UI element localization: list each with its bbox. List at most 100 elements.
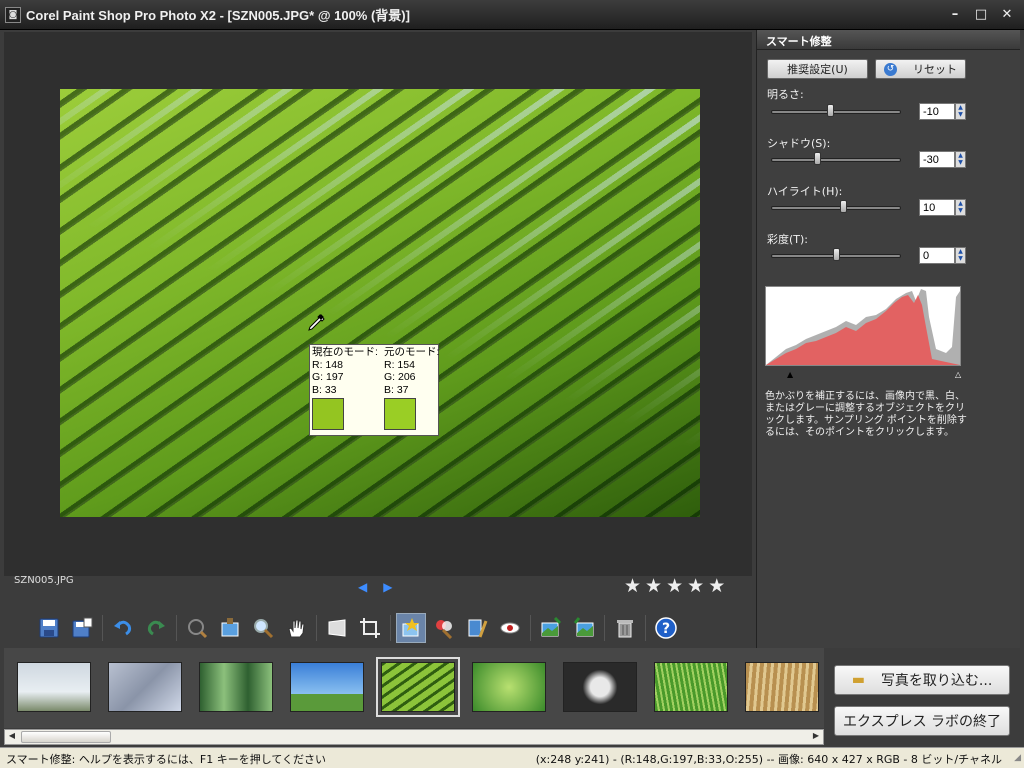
suggest-settings-label: 推奨設定(U) (787, 63, 848, 76)
red-eye-icon[interactable] (182, 613, 212, 643)
redo-icon[interactable] (141, 613, 171, 643)
spin-down-icon[interactable]: ▼ (956, 159, 965, 166)
eyedropper-cursor-icon (308, 314, 325, 331)
original-r-value: R: 154 (384, 358, 415, 371)
spin-up-icon[interactable]: ▲ (956, 200, 965, 207)
spin-up-icon[interactable]: ▲ (956, 104, 965, 111)
thumbnail-reeds[interactable] (745, 662, 819, 712)
help-icon[interactable]: ? (651, 613, 681, 643)
smart-fix-icon[interactable] (396, 613, 426, 643)
reset-button[interactable]: ↺ リセット (875, 59, 966, 79)
toolbar: ? (34, 610, 684, 646)
shadow-spinner[interactable]: ▲ ▼ (955, 151, 966, 168)
thumbnail-forest[interactable] (199, 662, 273, 712)
highlight-label: ハイライト(H): (767, 185, 843, 198)
highlight-slider[interactable] (771, 206, 901, 210)
brightness-label: 明るさ: (767, 88, 804, 101)
toolbar-separator (390, 615, 391, 641)
straighten-icon[interactable] (215, 613, 245, 643)
toolbar-separator (102, 615, 103, 641)
status-bar: スマート修整: ヘルプを表示するには、F1 キーを押してください (x:248 … (0, 747, 1024, 768)
scrollbar-thumb[interactable] (21, 731, 111, 743)
thumbnail-scrollbar[interactable]: ◀ ▶ (4, 729, 824, 745)
save-as-icon[interactable] (67, 613, 97, 643)
save-icon[interactable] (34, 613, 64, 643)
shadow-slider[interactable] (771, 158, 901, 162)
histogram-display (765, 286, 961, 366)
photo-export-icon[interactable] (569, 613, 599, 643)
photo-image[interactable] (60, 89, 700, 517)
star-icon[interactable]: ★ (687, 576, 704, 596)
star-icon[interactable]: ★ (666, 576, 683, 596)
white-point-marker-icon[interactable]: △ (955, 370, 961, 379)
original-mode-label: 元のモード: (384, 346, 440, 358)
import-photos-button[interactable]: ▬ 写真を取り込む... (834, 665, 1010, 695)
spin-down-icon[interactable]: ▼ (956, 207, 965, 214)
thumbnail-leaves[interactable] (472, 662, 546, 712)
brightness-slider-thumb[interactable] (827, 104, 834, 117)
thumbnail-winter-tree[interactable] (17, 662, 91, 712)
color-sample-popup: 現在のモード: R: 148 G: 197 B: 33 元のモード: R: 15… (309, 344, 439, 436)
highlight-spinner[interactable]: ▲ ▼ (955, 199, 966, 216)
exit-express-lab-button[interactable]: エクスプレス ラボの終了 (834, 706, 1010, 736)
saturation-spinner[interactable]: ▲ ▼ (955, 247, 966, 264)
star-icon[interactable]: ★ (645, 576, 662, 596)
svg-text:?: ? (662, 621, 670, 637)
image-canvas[interactable]: 現在のモード: R: 148 G: 197 B: 33 元のモード: R: 15… (4, 32, 752, 576)
saturation-slider-thumb[interactable] (833, 248, 840, 261)
toolbar-separator (604, 615, 605, 641)
thumbnail-frost[interactable] (108, 662, 182, 712)
maximize-button[interactable]: □ (970, 4, 992, 24)
eye-icon[interactable] (495, 613, 525, 643)
photo-adjust-icon[interactable] (536, 613, 566, 643)
suggest-settings-button[interactable]: 推奨設定(U) (767, 59, 868, 79)
rating-stars: ★ ★ ★ ★ ★ (624, 576, 725, 596)
brightness-value-field[interactable] (919, 103, 955, 120)
current-g-value: G: 197 (312, 371, 344, 383)
pan-hand-icon[interactable] (281, 613, 311, 643)
brightness-slider[interactable] (771, 110, 901, 114)
folder-icon: ▬ (851, 672, 865, 688)
undo-icon[interactable] (108, 613, 138, 643)
import-photos-label: 写真を取り込む... (880, 673, 993, 689)
crop-icon[interactable] (355, 613, 385, 643)
saturation-value-field[interactable] (919, 247, 955, 264)
thumbnail-dandelion[interactable] (563, 662, 637, 712)
window-controls: – □ ✕ (944, 4, 1018, 24)
spin-down-icon[interactable]: ▼ (956, 111, 965, 118)
black-point-marker-icon[interactable]: ▲ (787, 370, 793, 379)
spin-down-icon[interactable]: ▼ (956, 255, 965, 262)
star-icon[interactable]: ★ (708, 576, 725, 596)
scroll-right-arrow-icon[interactable]: ▶ (809, 731, 823, 743)
camera-icon[interactable]: ◙ (5, 6, 21, 23)
resize-grip-icon[interactable]: ◢ (1014, 753, 1021, 763)
spin-up-icon[interactable]: ▲ (956, 152, 965, 159)
thumbnail-strip[interactable] (4, 648, 824, 728)
status-left: スマート修整: ヘルプを表示するには、F1 キーを押してください (6, 753, 327, 766)
next-image-arrow-icon[interactable]: ▶ (383, 580, 392, 594)
shadow-slider-thumb[interactable] (814, 152, 821, 165)
thumbnail-palm-leaf[interactable] (376, 657, 460, 717)
shadow-value-field[interactable] (919, 151, 955, 168)
scroll-left-arrow-icon[interactable]: ◀ (5, 731, 19, 743)
perspective-icon[interactable] (322, 613, 352, 643)
close-button[interactable]: ✕ (996, 4, 1018, 24)
current-color-swatch (312, 398, 344, 430)
thumbnail-tree-sky[interactable] (290, 662, 364, 712)
star-icon[interactable]: ★ (624, 576, 641, 596)
thumbnail-grass[interactable] (654, 662, 728, 712)
brightness-spinner[interactable]: ▲ ▼ (955, 103, 966, 120)
spin-up-icon[interactable]: ▲ (956, 248, 965, 255)
zoom-icon[interactable] (248, 613, 278, 643)
levels-icon[interactable] (462, 613, 492, 643)
reset-icon: ↺ (884, 62, 897, 76)
highlight-value-field[interactable] (919, 199, 955, 216)
current-r-value: R: 148 (312, 358, 343, 371)
current-b-value: B: 33 (312, 383, 337, 396)
minimize-button[interactable]: – (944, 4, 966, 24)
color-icon[interactable] (429, 613, 459, 643)
previous-image-arrow-icon[interactable]: ◀ (358, 580, 367, 594)
window-title: Corel Paint Shop Pro Photo X2 - [SZN005.… (26, 8, 410, 23)
delete-icon[interactable] (610, 613, 640, 643)
highlight-slider-thumb[interactable] (840, 200, 847, 213)
